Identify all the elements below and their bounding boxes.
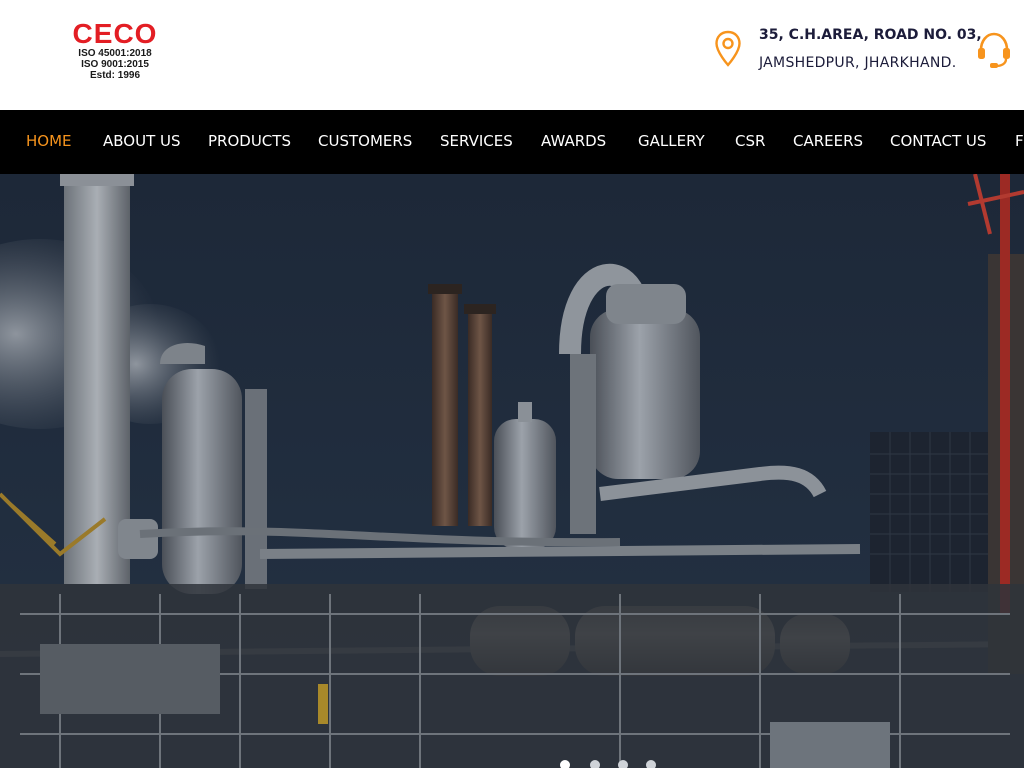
hero-slider[interactable] bbox=[0, 174, 1024, 768]
nav-item-csr[interactable]: CSR bbox=[735, 131, 765, 151]
slider-dot-1[interactable] bbox=[560, 760, 570, 768]
nav-item-awards[interactable]: AWARDS bbox=[541, 131, 606, 151]
nav-item-gallery[interactable]: GALLERY bbox=[638, 131, 705, 151]
industrial-plant-photo bbox=[0, 174, 1024, 768]
logo-iso-9001: ISO 9001:2015 bbox=[81, 59, 149, 70]
ceco-logo[interactable]: CECO ISO 45001:2018 ISO 9001:2015 Estd: … bbox=[62, 18, 168, 82]
slider-dot-2[interactable] bbox=[590, 760, 600, 768]
company-address: 35, C.H.AREA, ROAD NO. 03, JAMSHEDPUR, J… bbox=[759, 24, 982, 74]
nav-item-contact-us[interactable]: CONTACT US bbox=[890, 131, 986, 151]
address-line-2: JAMSHEDPUR, JHARKHAND. bbox=[759, 55, 957, 71]
site-header: CECO ISO 45001:2018 ISO 9001:2015 Estd: … bbox=[0, 0, 1024, 110]
nav-item-services[interactable]: SERVICES bbox=[440, 131, 513, 151]
main-navigation: HOME ABOUT US PRODUCTS CUSTOMERS SERVICE… bbox=[0, 110, 1024, 174]
nav-item-customers[interactable]: CUSTOMERS bbox=[318, 131, 412, 151]
logo-established: Estd: 1996 bbox=[89, 70, 141, 81]
nav-item-home[interactable]: HOME bbox=[26, 131, 72, 151]
logo-name: CECO bbox=[72, 18, 158, 49]
nav-item-about-us[interactable]: ABOUT US bbox=[103, 131, 181, 151]
slider-dot-4[interactable] bbox=[646, 760, 656, 768]
headset-icon[interactable] bbox=[975, 30, 1013, 70]
nav-item-careers[interactable]: CAREERS bbox=[793, 131, 863, 151]
map-pin-icon bbox=[714, 30, 742, 68]
logo-iso-45001: ISO 45001:2018 bbox=[78, 48, 152, 59]
address-line-1: 35, C.H.AREA, ROAD NO. 03, bbox=[759, 27, 982, 43]
nav-item-overflow[interactable]: F bbox=[1015, 131, 1024, 151]
slider-dot-3[interactable] bbox=[618, 760, 628, 768]
nav-item-products[interactable]: PRODUCTS bbox=[208, 131, 291, 151]
